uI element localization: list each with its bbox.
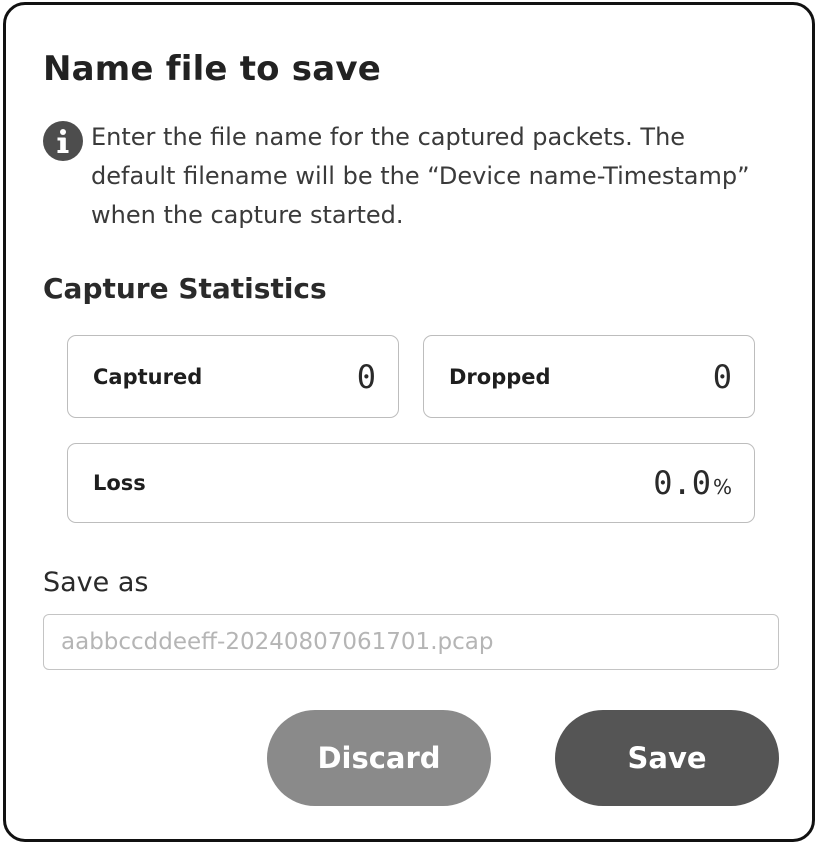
info-message: Enter the file name for the captured pac… xyxy=(91,123,750,229)
filename-input[interactable] xyxy=(43,614,779,670)
save-file-dialog: Name file to save Enter the file name fo… xyxy=(3,2,815,842)
captured-stat-card: Captured 0 xyxy=(67,335,399,418)
loss-value: 0.0 xyxy=(653,464,711,502)
save-button[interactable]: Save xyxy=(555,710,779,806)
loss-value-group: 0.0% xyxy=(653,464,732,502)
captured-value: 0 xyxy=(356,357,376,396)
loss-label: Loss xyxy=(93,471,146,495)
info-icon xyxy=(43,121,83,161)
loss-stat-card: Loss 0.0% xyxy=(67,443,755,523)
dropped-stat-card: Dropped 0 xyxy=(423,335,755,418)
capture-statistics-heading: Capture Statistics xyxy=(43,272,327,305)
dropped-label: Dropped xyxy=(449,364,551,389)
loss-unit: % xyxy=(712,475,732,499)
save-as-label: Save as xyxy=(43,567,149,598)
dialog-title: Name file to save xyxy=(43,49,381,89)
dropped-value: 0 xyxy=(712,357,732,396)
captured-label: Captured xyxy=(93,364,203,389)
discard-button[interactable]: Discard xyxy=(267,710,491,806)
